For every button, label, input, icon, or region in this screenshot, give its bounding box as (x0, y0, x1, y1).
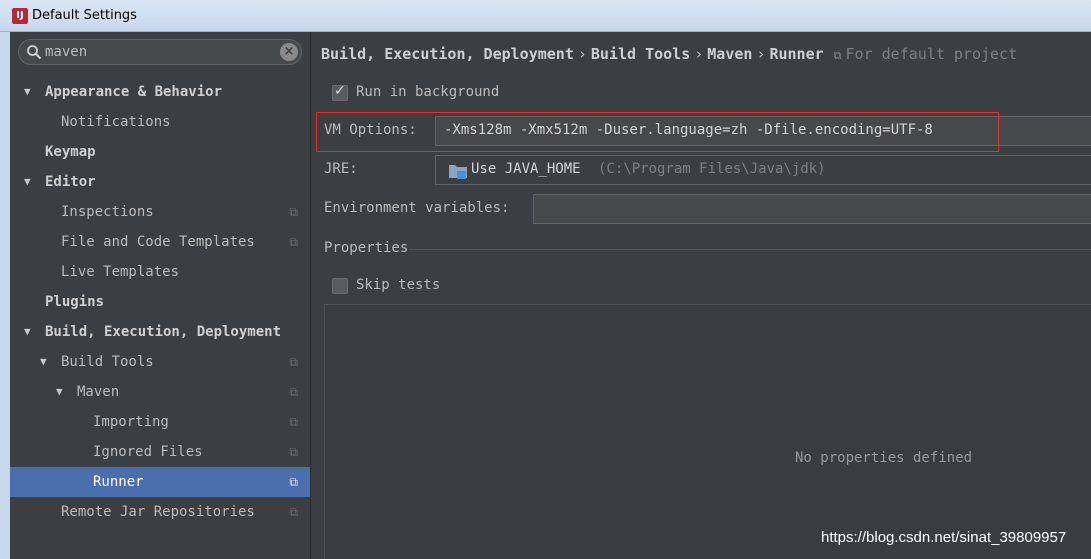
project-settings-icon: ⧉ (833, 49, 842, 62)
copy-settings-icon: ⧉ (289, 505, 298, 519)
properties-separator (409, 249, 1091, 250)
tree-item-label: Appearance & Behavior (45, 84, 223, 100)
copy-settings-icon: ⧉ (289, 355, 298, 369)
tree-item-label: Live Templates (61, 264, 180, 280)
window-title: Default Settings (32, 8, 137, 23)
tree-item-label: Plugins (45, 294, 105, 310)
jre-path: (C:\Program Files\Java\jdk) (598, 161, 826, 177)
skip-tests-label[interactable]: Skip tests (356, 277, 440, 293)
jre-value: Use JAVA_HOME (471, 161, 581, 177)
expanded-arrow-icon[interactable]: ▼ (24, 317, 31, 347)
expanded-arrow-icon[interactable]: ▼ (24, 77, 31, 107)
tree-item-label: Ignored Files (93, 444, 203, 460)
clear-search-icon[interactable]: × (280, 43, 298, 61)
run-in-background-label[interactable]: Run in background (356, 84, 499, 100)
properties-label: Properties (324, 240, 409, 256)
properties-empty-text: No properties defined (795, 450, 973, 466)
breadcrumb-separator: › (694, 45, 704, 63)
expanded-arrow-icon[interactable]: ▼ (24, 167, 31, 197)
breadcrumb-item: Runner (769, 45, 824, 63)
watermark: https://blog.csdn.net/sinat_39809957 (821, 529, 1067, 546)
tree-item-live-templates[interactable]: Live Templates (10, 257, 310, 287)
copy-settings-icon: ⧉ (289, 445, 298, 459)
tree-item-importing[interactable]: Importing ⧉ (10, 407, 310, 437)
tree-item-build-tools[interactable]: ▼ Build Tools ⧉ (10, 347, 310, 377)
checkmark-icon: ✓ (334, 83, 346, 99)
tree-item-editor[interactable]: ▼ Editor (10, 167, 310, 197)
copy-settings-icon: ⧉ (289, 235, 298, 249)
runner-settings-panel: Build, Execution, Deployment › Build Tools… (311, 32, 1091, 559)
title-bar: IJ Default Settings (0, 0, 1091, 32)
tree-item-label: Runner (93, 474, 144, 490)
jre-label: JRE: (324, 161, 358, 177)
tree-item-label: Editor (45, 174, 96, 190)
copy-settings-icon: ⧉ (289, 475, 298, 489)
breadcrumb-item: Build, Execution, Deployment (321, 45, 574, 63)
search-input[interactable]: maven (45, 44, 87, 60)
environment-variables-label: Environment variables: (324, 200, 510, 216)
expanded-arrow-icon[interactable]: ▼ (40, 347, 47, 377)
settings-search-field[interactable]: maven × (18, 39, 302, 65)
breadcrumb-item: Maven (707, 45, 753, 63)
tree-item-file-code-templates[interactable]: File and Code Templates ⧉ (10, 227, 310, 257)
highlight-box (316, 112, 999, 152)
tree-item-label: Importing (93, 414, 169, 430)
skip-tests-checkbox[interactable] (332, 278, 348, 294)
tree-item-notifications[interactable]: Notifications (10, 107, 310, 137)
tree-item-plugins[interactable]: Plugins (10, 287, 310, 317)
properties-table[interactable] (324, 304, 1091, 559)
tree-item-runner[interactable]: Runner ⧉ (10, 467, 310, 497)
copy-settings-icon: ⧉ (289, 385, 298, 399)
tree-item-label: Build Tools (61, 354, 154, 370)
tree-item-label: Remote Jar Repositories (61, 504, 255, 520)
breadcrumb-separator: › (756, 45, 766, 63)
search-icon (27, 45, 42, 60)
tree-item-label: Maven (77, 384, 120, 400)
tree-item-keymap[interactable]: Keymap (10, 137, 310, 167)
copy-settings-icon: ⧉ (289, 415, 298, 429)
tree-item-build-execution-deployment[interactable]: ▼ Build, Execution, Deployment (10, 317, 310, 347)
window-edge (0, 32, 10, 559)
project-scope-note: For default project (845, 45, 1018, 63)
tree-item-label: Inspections (61, 204, 154, 220)
breadcrumb-separator: › (577, 45, 587, 63)
run-in-background-checkbox[interactable]: ✓ (332, 83, 348, 101)
copy-settings-icon: ⧉ (289, 205, 298, 219)
expanded-arrow-icon[interactable]: ▼ (56, 377, 63, 407)
breadcrumb-item: Build Tools (590, 45, 691, 63)
tree-item-inspections[interactable]: Inspections ⧉ (10, 197, 310, 227)
tree-item-label: File and Code Templates (61, 234, 255, 250)
jre-select[interactable]: Use JAVA_HOME (C:\Program Files\Java\jdk… (435, 155, 1091, 185)
tree-item-remote-jar-repositories[interactable]: Remote Jar Repositories ⧉ (10, 497, 310, 527)
settings-sidebar: maven × ▼ Appearance & Behavior Notifica… (10, 32, 310, 559)
tree-item-label: Keymap (45, 144, 96, 160)
tree-item-maven[interactable]: ▼ Maven ⧉ (10, 377, 310, 407)
tree-item-ignored-files[interactable]: Ignored Files ⧉ (10, 437, 310, 467)
tree-item-label: Build, Execution, Deployment (45, 324, 282, 340)
breadcrumb: Build, Execution, Deployment › Build Tools… (321, 45, 1017, 63)
environment-variables-field[interactable] (533, 194, 1091, 224)
folder-icon (449, 165, 467, 179)
settings-tree: ▼ Appearance & Behavior Notifications Ke… (10, 77, 310, 527)
tree-item-appearance-behavior[interactable]: ▼ Appearance & Behavior (10, 77, 310, 107)
intellij-app-icon: IJ (12, 8, 28, 24)
tree-item-label: Notifications (61, 114, 171, 130)
